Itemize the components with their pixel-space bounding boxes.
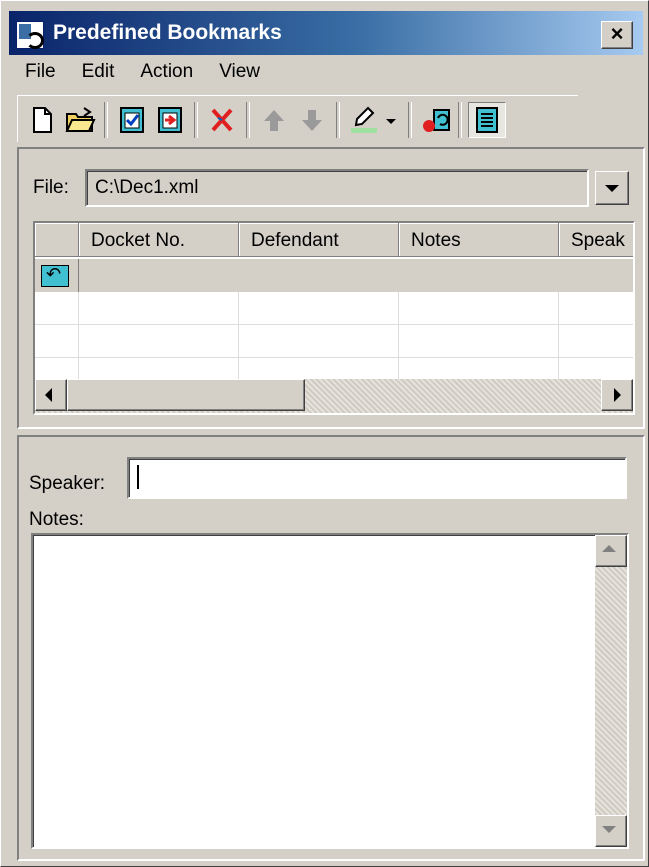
- delete-icon[interactable]: [206, 104, 238, 136]
- highlight-pen-icon[interactable]: [348, 104, 380, 136]
- notes-view-icon[interactable]: [468, 102, 506, 138]
- table-cell[interactable]: [79, 325, 239, 358]
- table-cell[interactable]: [559, 325, 633, 358]
- details-panel: Speaker: Notes:: [17, 435, 645, 861]
- window-title: Predefined Bookmarks: [53, 21, 282, 44]
- column-defendant[interactable]: Defendant: [239, 223, 399, 257]
- grid-header: Docket No. Defendant Notes Speak: [35, 223, 633, 259]
- scroll-right-button[interactable]: [601, 379, 633, 411]
- toolbar-separator: [194, 102, 198, 138]
- toolbar-separator: [408, 102, 412, 138]
- scroll-left-button[interactable]: [35, 379, 67, 411]
- row-indicator: [35, 259, 79, 292]
- table-cell[interactable]: [559, 292, 633, 325]
- column-notes[interactable]: Notes: [399, 223, 559, 257]
- toolbar-separator: [458, 102, 462, 138]
- notes-label: Notes:: [29, 509, 84, 530]
- table-cell[interactable]: [399, 325, 559, 358]
- column-speaker[interactable]: Speak: [559, 223, 633, 257]
- open-folder-icon[interactable]: [64, 104, 96, 136]
- table-row[interactable]: [35, 259, 633, 292]
- file-path-value: C:\Dec1.xml: [95, 177, 199, 198]
- table-row[interactable]: [35, 292, 633, 325]
- notes-textarea[interactable]: [31, 533, 629, 849]
- table-cell: [35, 325, 79, 358]
- table-cell[interactable]: [559, 259, 633, 292]
- toolbar: [17, 95, 578, 142]
- bookmarks-grid: Docket No. Defendant Notes Speak: [33, 221, 635, 415]
- table-cell[interactable]: [239, 259, 399, 292]
- menu-edit[interactable]: Edit: [68, 59, 127, 89]
- scroll-down-button[interactable]: [595, 815, 627, 847]
- table-cell[interactable]: [239, 292, 399, 325]
- grid-corner-header: [35, 223, 79, 257]
- table-cell[interactable]: [79, 292, 239, 325]
- menu-view[interactable]: View: [205, 59, 272, 89]
- table-cell[interactable]: [239, 325, 399, 358]
- table-cell[interactable]: [399, 292, 559, 325]
- check-document-icon[interactable]: [116, 104, 148, 136]
- table-cell: [35, 292, 79, 325]
- file-dropdown-button[interactable]: [595, 171, 629, 205]
- speaker-input[interactable]: [127, 457, 627, 499]
- record-undo-icon[interactable]: [420, 104, 452, 136]
- table-row[interactable]: [35, 325, 633, 358]
- close-button[interactable]: ×: [601, 21, 633, 49]
- vertical-scrollbar[interactable]: [595, 535, 627, 847]
- insert-document-icon[interactable]: [154, 104, 186, 136]
- table-cell[interactable]: [79, 259, 239, 292]
- bookmarks-panel: File: C:\Dec1.xml Docket No. Defendant N…: [17, 147, 645, 429]
- predefined-bookmarks-window: Predefined Bookmarks × File Edit Action …: [0, 0, 649, 867]
- scroll-up-button[interactable]: [595, 535, 627, 567]
- menu-file[interactable]: File: [11, 59, 68, 89]
- new-icon[interactable]: [26, 104, 58, 136]
- horizontal-scroll-thumb[interactable]: [67, 379, 305, 411]
- table-cell[interactable]: [399, 259, 559, 292]
- file-label: File:: [33, 177, 69, 198]
- text-caret: [137, 465, 139, 489]
- dropdown-arrow-icon[interactable]: [382, 104, 400, 136]
- toolbar-separator: [104, 102, 108, 138]
- column-docket-no[interactable]: Docket No.: [79, 223, 239, 257]
- speaker-label: Speaker:: [29, 473, 106, 494]
- new-row-icon: [41, 264, 69, 287]
- menu-action[interactable]: Action: [126, 59, 205, 89]
- move-down-icon[interactable]: [296, 104, 328, 136]
- file-combobox[interactable]: C:\Dec1.xml: [85, 169, 589, 207]
- toolbar-separator: [246, 102, 250, 138]
- app-icon: [16, 21, 44, 49]
- horizontal-scrollbar[interactable]: [35, 379, 633, 413]
- title-bar[interactable]: Predefined Bookmarks ×: [9, 11, 643, 55]
- menu-bar: File Edit Action View: [11, 59, 272, 89]
- toolbar-separator: [336, 102, 340, 138]
- move-up-icon[interactable]: [258, 104, 290, 136]
